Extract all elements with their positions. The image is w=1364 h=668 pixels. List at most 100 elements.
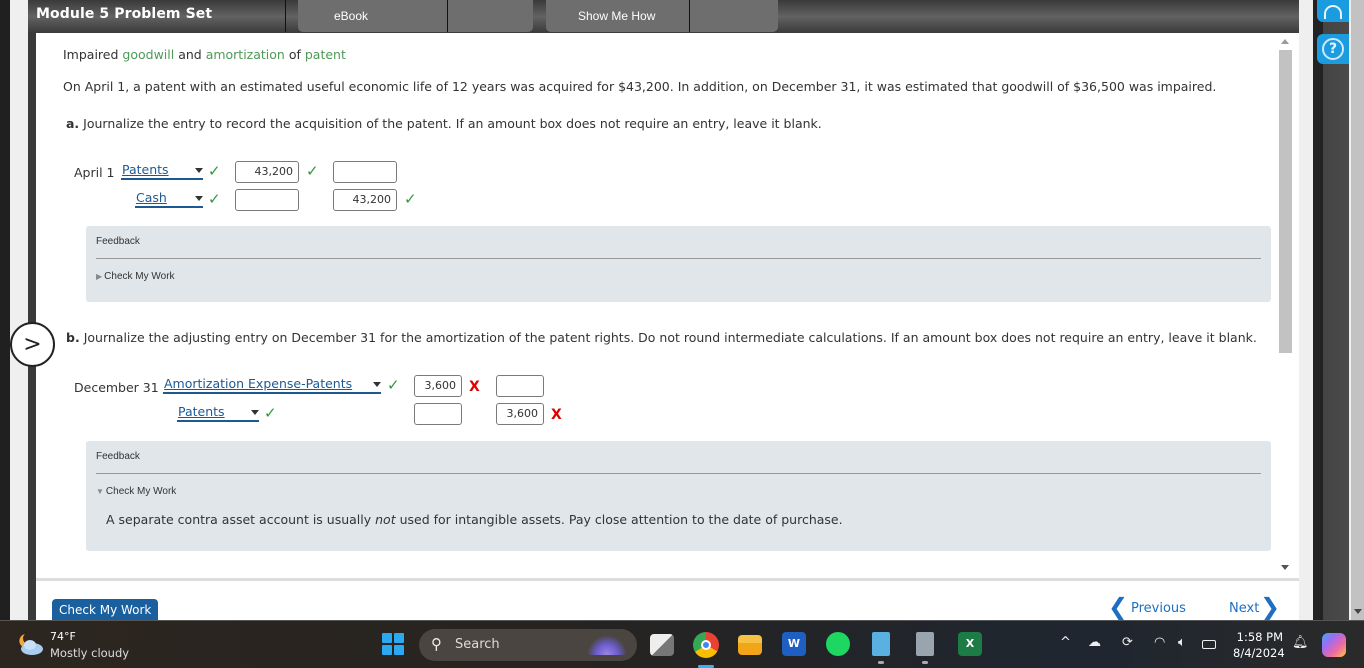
- glossary-link-goodwill[interactable]: goodwill: [122, 47, 174, 62]
- previous-link[interactable]: Previous: [1131, 601, 1186, 616]
- account-select-cash[interactable]: Cash: [135, 191, 203, 208]
- header-bar: Module 5 Problem Set eBook Show Me How: [28, 0, 1299, 33]
- notification-bell-icon[interactable]: 🔔︎: [1292, 635, 1309, 650]
- system-clock[interactable]: 1:58 PM 8/4/2024: [1233, 629, 1285, 661]
- part-b-label: b.: [66, 330, 80, 345]
- next-link[interactable]: Next: [1229, 601, 1259, 616]
- taskbar: 74°F Mostly cloudy ⚲ Search W X ^ ☁ ⟳ ◠ …: [0, 620, 1364, 668]
- notepad-icon[interactable]: [872, 632, 890, 656]
- wifi-icon[interactable]: ◠: [1154, 635, 1165, 650]
- support-button[interactable]: [1317, 0, 1349, 22]
- left-edge: [0, 0, 10, 620]
- feedback-divider: [96, 473, 1261, 474]
- clock-time: 1:58 PM: [1236, 630, 1283, 644]
- clock-date: 8/4/2024: [1233, 646, 1285, 660]
- spotify-icon[interactable]: [826, 632, 850, 656]
- running-indicator: [878, 661, 884, 664]
- correct-check-icon: ✓: [306, 162, 319, 180]
- debit-input[interactable]: 43,200: [235, 161, 299, 183]
- part-b-feedback: Feedback ▼ Check My Work A separate contr…: [86, 441, 1271, 551]
- feedback-title: Feedback: [96, 451, 140, 462]
- page-scrollbar[interactable]: [1349, 0, 1364, 620]
- title-text: Impaired: [63, 47, 123, 62]
- part-b-instruction: b. Journalize the adjusting entry on Dec…: [66, 330, 1257, 345]
- scroll-thumb[interactable]: [1279, 50, 1292, 353]
- right-toolbar: [1313, 0, 1349, 620]
- chevron-up-icon[interactable]: ^: [1060, 635, 1071, 650]
- sync-icon[interactable]: ⟳: [1122, 635, 1133, 650]
- chevron-down-icon: [195, 196, 203, 201]
- account-select-value: Cash: [136, 190, 167, 205]
- header-divider: [285, 0, 286, 32]
- file-explorer-icon[interactable]: [738, 635, 762, 655]
- chevron-left-icon[interactable]: ❮: [1108, 593, 1128, 621]
- credit-input[interactable]: 3,600: [496, 403, 544, 425]
- expand-panel-button[interactable]: >: [10, 322, 55, 367]
- task-view-icon[interactable]: [650, 634, 674, 656]
- check-my-work-toggle[interactable]: ▼ Check My Work: [96, 486, 176, 497]
- weather-temperature[interactable]: 74°F: [50, 630, 76, 643]
- tab-show-me-how[interactable]: Show Me How: [546, 0, 778, 32]
- part-a-instruction: a. Journalize the entry to record the ac…: [66, 116, 822, 131]
- battery-icon[interactable]: [1202, 640, 1216, 649]
- incorrect-x-icon: X: [551, 407, 562, 423]
- title-text: of: [284, 47, 305, 62]
- left-gutter: [10, 0, 28, 620]
- debit-input[interactable]: [414, 403, 462, 425]
- check-my-work-button[interactable]: Check My Work: [52, 599, 159, 621]
- scroll-down-arrow-icon[interactable]: [1354, 609, 1362, 614]
- correct-check-icon: ✓: [404, 190, 417, 208]
- taskbar-search[interactable]: ⚲ Search: [419, 629, 637, 661]
- problem-content: Impaired goodwill and amortization of pa…: [36, 33, 1299, 578]
- help-button[interactable]: ?: [1317, 34, 1349, 64]
- credit-input[interactable]: [333, 161, 397, 183]
- onedrive-icon[interactable]: ☁: [1088, 635, 1101, 650]
- module-title: Module 5 Problem Set: [36, 6, 213, 22]
- part-a-text: Journalize the entry to record the acqui…: [83, 116, 822, 131]
- glossary-link-patent[interactable]: patent: [305, 47, 346, 62]
- chevron-down-icon: [251, 410, 259, 415]
- feedback-emphasis: not: [375, 512, 396, 527]
- credit-input[interactable]: [496, 375, 544, 397]
- tab-divider: [447, 0, 448, 32]
- chrome-icon[interactable]: [693, 632, 719, 658]
- feedback-text: used for intangible assets. Pay close at…: [395, 512, 843, 527]
- scroll-up-arrow-icon[interactable]: [1281, 39, 1289, 44]
- credit-input[interactable]: 43,200: [333, 189, 397, 211]
- scroll-down-arrow-icon[interactable]: [1281, 565, 1289, 570]
- part-b-text: Journalize the adjusting entry on Decemb…: [83, 330, 1257, 345]
- glossary-link-amortization[interactable]: amortization: [206, 47, 285, 62]
- correct-check-icon: ✓: [208, 190, 221, 208]
- part-b-date: December 31: [74, 380, 159, 395]
- copilot-icon[interactable]: [1322, 633, 1346, 657]
- account-select-patents[interactable]: Patents: [177, 405, 259, 422]
- part-a-date: April 1: [74, 165, 115, 180]
- volume-icon[interactable]: 🔈︎: [1178, 635, 1186, 650]
- title-text: and: [174, 47, 206, 62]
- debit-input[interactable]: [235, 189, 299, 211]
- triangle-right-icon: ▶: [96, 272, 103, 281]
- excel-icon[interactable]: X: [958, 632, 982, 656]
- check-my-work-toggle[interactable]: ▶ Check My Work: [96, 271, 175, 282]
- weather-cloudy-icon[interactable]: [17, 630, 45, 658]
- account-select-amortization-expense[interactable]: Amortization Expense-Patents: [163, 377, 381, 394]
- account-select-value: Patents: [122, 162, 169, 177]
- part-a-feedback: Feedback ▶ Check My Work: [86, 226, 1271, 302]
- running-indicator: [922, 661, 928, 664]
- debit-input[interactable]: 3,600: [414, 375, 462, 397]
- problem-title: Impaired goodwill and amortization of pa…: [63, 47, 346, 62]
- chevron-right-icon[interactable]: ❯: [1260, 593, 1280, 621]
- correct-check-icon: ✓: [208, 162, 221, 180]
- account-select-value: Patents: [178, 404, 225, 419]
- correct-check-icon: ✓: [387, 376, 400, 394]
- word-icon[interactable]: W: [782, 632, 806, 656]
- right-gutter: [1299, 0, 1313, 620]
- account-select-value: Amortization Expense-Patents: [164, 376, 353, 391]
- calculator-icon[interactable]: [916, 632, 934, 656]
- chevron-right-icon: >: [23, 332, 42, 357]
- weather-description[interactable]: Mostly cloudy: [50, 646, 129, 660]
- windows-start-icon[interactable]: [382, 633, 404, 655]
- account-select-patents[interactable]: Patents: [121, 163, 203, 180]
- content-scrollbar[interactable]: [1277, 33, 1293, 578]
- tab-ebook[interactable]: eBook: [298, 0, 533, 32]
